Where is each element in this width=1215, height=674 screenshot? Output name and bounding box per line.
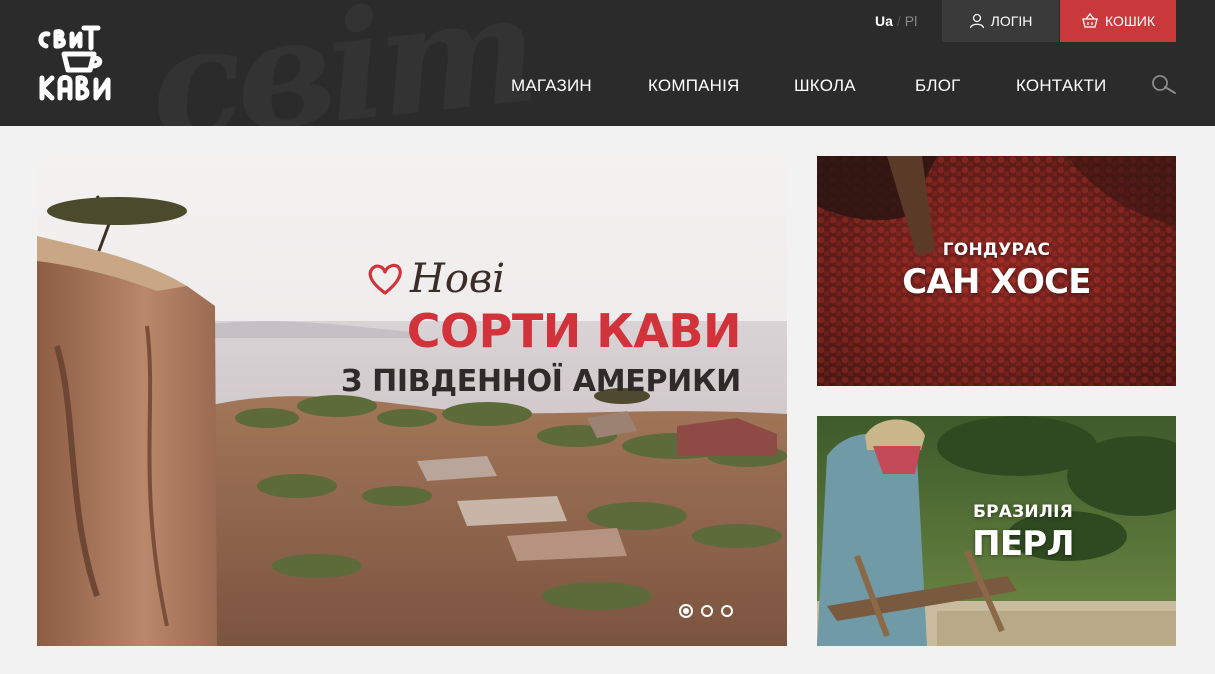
nav-shop[interactable]: МАГАЗИН <box>511 76 592 96</box>
cart-label: КОШИК <box>1105 13 1155 29</box>
cart-button[interactable]: КОШИК <box>1060 0 1176 42</box>
search-icon <box>1152 75 1176 94</box>
promo-tile-honduras-subtitle: ГОНДУРАС <box>942 240 1051 260</box>
promo-tile-honduras-title: САН ХОСЕ <box>902 262 1091 302</box>
slider-pagination <box>679 604 733 618</box>
slider-dot-1[interactable] <box>679 604 693 618</box>
language-switcher: Ua / Pl <box>875 13 917 29</box>
hero-caption: Нові СОРТИ КАВИ З ПІВДЕННОЇ АМЕРИКИ <box>340 256 742 399</box>
promo-tile-brazil-caption: БРАЗИЛІЯ ПЕРЛ <box>932 502 1114 564</box>
hero-line3: З ПІВДЕННОЇ АМЕРИКИ <box>340 364 741 399</box>
nav-contacts[interactable]: КОНТАКТИ <box>1016 76 1106 96</box>
nav-company[interactable]: КОМПАНІЯ <box>648 76 740 96</box>
lang-ua[interactable]: Ua <box>875 13 893 29</box>
search-button[interactable] <box>1150 73 1178 97</box>
user-icon <box>969 13 984 29</box>
lang-separator: / <box>896 13 901 29</box>
basket-icon <box>1082 13 1098 28</box>
site-logo[interactable] <box>34 16 130 106</box>
promo-tile-brazil[interactable]: БРАЗИЛІЯ ПЕРЛ <box>817 416 1176 646</box>
slider-dot-2[interactable] <box>701 605 713 617</box>
heart-icon <box>368 263 402 295</box>
promo-tile-brazil-subtitle: БРАЗИЛІЯ <box>972 502 1073 522</box>
promo-tile-honduras-caption: ГОНДУРАС САН ХОСЕ <box>817 240 1176 302</box>
login-button[interactable]: ЛОГІН <box>942 0 1059 42</box>
promo-tile-brazil-title: ПЕРЛ <box>972 524 1074 564</box>
logo-graphic <box>38 25 111 101</box>
lang-pl[interactable]: Pl <box>905 13 917 29</box>
promo-tile-honduras[interactable]: ГОНДУРАС САН ХОСЕ <box>817 156 1176 386</box>
site-header: світ Ua / Pl ЛОГІН КОШИК МАГАЗИН КОМПАНІ… <box>0 0 1215 126</box>
login-label: ЛОГІН <box>990 13 1033 29</box>
nav-blog[interactable]: БЛОГ <box>915 76 961 96</box>
nav-school[interactable]: ШКОЛА <box>794 76 856 96</box>
hero-line2: СОРТИ КАВИ <box>406 304 742 358</box>
header-watermark: світ <box>141 0 540 126</box>
hero-slider[interactable]: Нові СОРТИ КАВИ З ПІВДЕННОЇ АМЕРИКИ <box>37 156 787 646</box>
hero-line1: Нові <box>341 256 505 302</box>
hero-line1-text: Нові <box>409 256 505 302</box>
slider-dot-3[interactable] <box>721 605 733 617</box>
hero-landscape-image <box>37 156 787 646</box>
